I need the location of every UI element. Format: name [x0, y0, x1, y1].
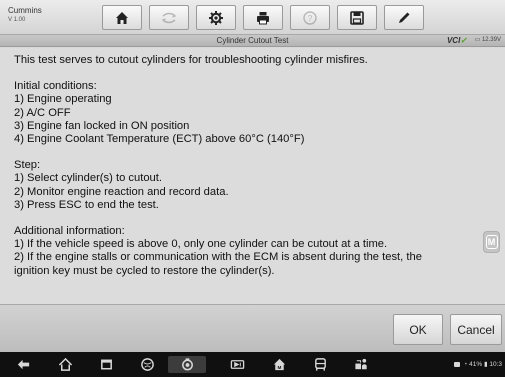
wifi-icon: ◔	[463, 361, 468, 368]
ok-button[interactable]: OK	[393, 314, 443, 345]
step-item: 3) Press ESC to end the test.	[14, 198, 159, 211]
recent-apps-button[interactable]	[97, 356, 115, 373]
vehicle-swap-icon	[161, 12, 177, 23]
app-window: Cummins V 1.00 M ? Cylinder Cutout Test …	[0, 0, 505, 377]
browser-button[interactable]	[138, 356, 156, 373]
recent-apps-icon	[100, 359, 112, 370]
step-item: 1) Select cylinder(s) to cutout.	[14, 172, 162, 185]
home-nav-button[interactable]	[56, 356, 74, 373]
cancel-button[interactable]: Cancel	[450, 314, 502, 345]
vehicle-icon	[314, 358, 326, 371]
save-button[interactable]	[337, 5, 377, 30]
battery-voltage-value: 12.39V	[481, 37, 501, 43]
edit-button[interactable]	[384, 5, 424, 30]
steps-heading: Step:	[14, 159, 41, 172]
battery-percent: 41%	[469, 361, 483, 368]
intro-text: This test serves to cutout cylinders for…	[14, 54, 368, 66]
vehicle-swap-button[interactable]	[149, 5, 189, 30]
info-item: 2) If the engine stalls or communication…	[14, 251, 422, 264]
home-button[interactable]: M	[102, 5, 142, 30]
floating-menu-icon: M	[485, 235, 498, 249]
step-item: 2) Monitor engine reaction and record da…	[14, 185, 229, 198]
status-tray: ◔ 41% ▮ 10:3	[453, 360, 502, 368]
notification-icon	[453, 361, 460, 367]
home-icon: M	[116, 11, 128, 24]
vci-status: VCI✓	[447, 36, 467, 45]
clock: 10:3	[489, 361, 502, 368]
condition-item: 1) Engine operating	[14, 93, 112, 106]
page-title: Cylinder Cutout Test	[216, 36, 289, 45]
battery-icon: ▭	[474, 37, 481, 43]
remote-desk-button[interactable]	[352, 356, 370, 373]
remote-desk-icon	[354, 358, 367, 370]
test-description: This test serves to cutout cylinders for…	[0, 48, 505, 304]
svg-text:?: ?	[308, 14, 313, 23]
vci-check-icon: ✓	[460, 36, 467, 45]
vehicle-button[interactable]	[311, 356, 329, 373]
settings-gear-icon	[209, 10, 223, 25]
help-button[interactable]: ?	[290, 5, 330, 30]
info-item: 1) If the vehicle speed is above 0, only…	[14, 238, 388, 251]
action-bar: OK Cancel	[0, 304, 505, 352]
info-heading: Additional information:	[14, 225, 125, 238]
brand-name: Cummins	[8, 6, 42, 15]
vehicle-battery-voltage: ▭ 12.39V	[475, 36, 501, 43]
camera-icon	[181, 358, 193, 371]
condition-item: 2) A/C OFF	[14, 106, 71, 119]
browser-icon	[140, 358, 154, 371]
svg-text:M: M	[277, 365, 281, 370]
print-button[interactable]	[243, 5, 283, 30]
vci-manager-button[interactable]	[228, 356, 246, 373]
vci-manager-icon	[230, 360, 244, 369]
top-toolbar: Cummins V 1.00 M ?	[0, 0, 505, 35]
settings-button[interactable]	[196, 5, 236, 30]
back-arrow-icon	[17, 359, 29, 370]
system-nav-bar: M ◔ 41% ▮ 10:3	[0, 352, 505, 377]
brand-block: Cummins V 1.00	[8, 6, 78, 30]
condition-item: 3) Engine fan locked in ON position	[14, 119, 190, 132]
floating-menu-button[interactable]: M	[483, 231, 500, 253]
home-nav-icon	[58, 357, 72, 371]
edit-pen-icon	[399, 12, 410, 23]
save-icon	[350, 10, 364, 25]
info-item: ignition key must be cycled to restore t…	[14, 264, 275, 277]
svg-text:M: M	[120, 19, 123, 24]
brand-version: V 1.00	[8, 17, 26, 23]
vci-label: VCI	[446, 36, 461, 45]
maxisys-home-button[interactable]: M	[270, 356, 288, 373]
battery-level-icon: ▮	[483, 361, 488, 368]
print-icon	[257, 11, 269, 24]
back-button[interactable]	[14, 356, 32, 373]
conditions-heading: Initial conditions:	[14, 80, 97, 93]
title-bar: Cylinder Cutout Test VCI✓ ▭ 12.39V	[0, 35, 505, 47]
screenshot-button[interactable]	[168, 356, 206, 373]
help-icon: ?	[303, 10, 317, 25]
maxisys-home-icon: M	[273, 358, 285, 370]
condition-item: 4) Engine Coolant Temperature (ECT) abov…	[14, 133, 305, 146]
